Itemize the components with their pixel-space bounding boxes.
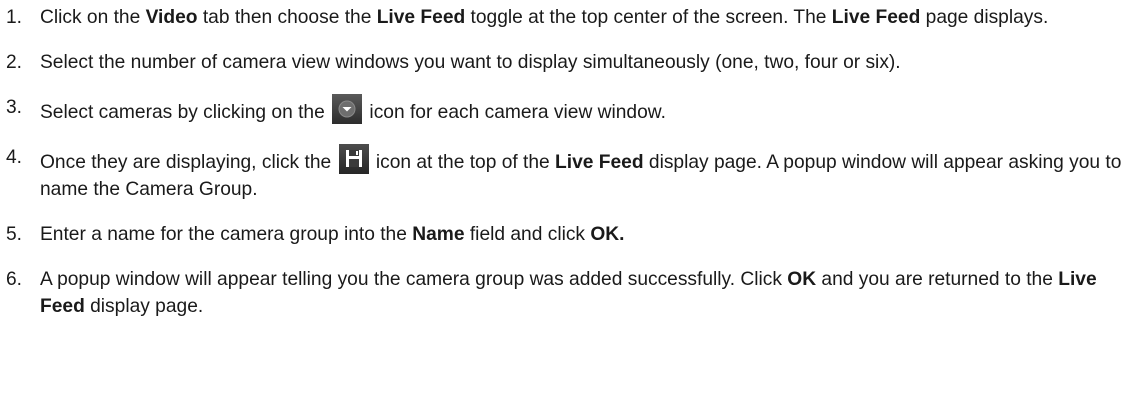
live-feed-term: Live Feed	[555, 152, 644, 173]
step-5: 5. Enter a name for the camera group int…	[6, 221, 1134, 248]
video-tab-term: Video	[145, 7, 198, 28]
step-number: 6.	[6, 269, 23, 290]
step-number: 2.	[6, 52, 23, 73]
step-text: Select the number of camera view windows…	[40, 52, 901, 73]
save-icon	[338, 144, 369, 174]
step-number: 5.	[6, 224, 23, 245]
step-1: 1. Click on the Video tab then choose th…	[6, 4, 1134, 31]
step-text: Once they are displaying, click the icon…	[40, 144, 1134, 203]
step-6: 6. A popup window will appear telling yo…	[6, 266, 1134, 320]
ok-term: OK.	[590, 224, 625, 245]
step-text: Select cameras by clicking on the icon f…	[40, 94, 1134, 126]
step-2: 2. Select the number of camera view wind…	[6, 49, 1134, 76]
step-4: 4. Once they are displaying, click the i…	[6, 144, 1134, 203]
steps-list: 1. Click on the Video tab then choose th…	[6, 4, 1134, 320]
instruction-document: 1. Click on the Video tab then choose th…	[0, 0, 1148, 320]
step-number: 4.	[6, 147, 23, 168]
name-field-term: Name	[412, 224, 465, 245]
ok-term: OK	[787, 269, 817, 290]
step-3: 3. Select cameras by clicking on the ico	[6, 94, 1134, 126]
step-text: A popup window will appear telling you t…	[40, 269, 1097, 317]
step-text: Enter a name for the camera group into t…	[40, 224, 625, 245]
live-feed-term: Live Feed	[831, 7, 921, 28]
chevron-down-icon	[332, 94, 363, 124]
step-number: 1.	[6, 7, 23, 28]
live-feed-term: Live Feed	[376, 7, 466, 28]
step-text: Click on the Video tab then choose the L…	[40, 7, 1049, 28]
step-number: 3.	[6, 97, 23, 118]
